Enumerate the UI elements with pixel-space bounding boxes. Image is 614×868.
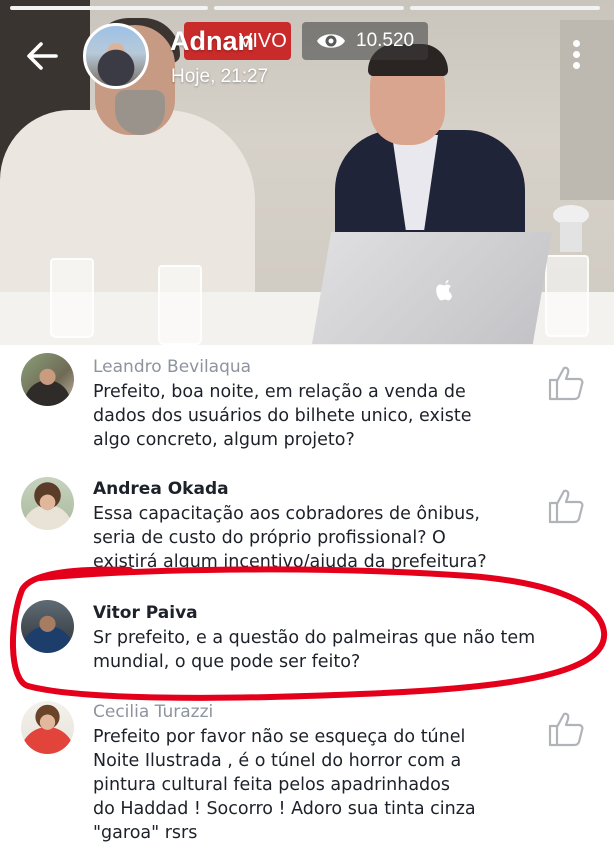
video-glass <box>50 258 94 338</box>
viewer-count: 10.520 <box>356 30 415 51</box>
video-person-left-body <box>0 110 255 310</box>
comment-line: seria de custo do próprio profissional? … <box>93 528 446 548</box>
comment-line: dados dos usuários do bilhete unico, exi… <box>93 406 472 426</box>
viewer-count-badge: 10.520 <box>302 22 428 60</box>
thumbs-up-icon[interactable] <box>546 363 586 403</box>
commenter-avatar[interactable] <box>21 701 74 754</box>
commenter-name[interactable]: Cecilia Turazzi <box>93 702 213 722</box>
comment-line: Essa capacitação aos cobradores de ônibu… <box>93 504 480 524</box>
live-video[interactable]: VIVO 10.520 Adnan Hoje, 21:27 <box>0 0 614 345</box>
video-glass <box>158 265 202 345</box>
progress-segment <box>214 6 404 10</box>
commenter-name[interactable]: Vitor Paiva <box>93 603 198 623</box>
comment-line: "garoa" rsrs <box>93 823 198 843</box>
comment-text: Prefeito por favor não se esqueça do tún… <box>93 725 543 845</box>
more-options-icon[interactable] <box>568 40 584 76</box>
host-name[interactable]: Adnan <box>170 26 254 57</box>
video-glass <box>545 255 589 337</box>
comment-text: Sr prefeito, e a questão do palmeiras qu… <box>93 626 543 674</box>
comment-line: pintura cultural feita pelos apadrinhado… <box>93 775 450 795</box>
back-arrow-icon[interactable] <box>22 36 62 76</box>
comment-line: mundial, o que pode ser feito? <box>93 652 361 672</box>
progress-segment <box>410 6 600 10</box>
comment-text: Essa capacitação aos cobradores de ônibu… <box>93 502 543 574</box>
comment-line: Prefeito, boa noite, em relação a venda … <box>93 382 466 402</box>
progress-segment <box>10 6 208 10</box>
commenter-name[interactable]: Andrea Okada <box>93 479 229 499</box>
comment-line: Prefeito por favor não se esqueça do tún… <box>93 727 466 747</box>
video-vase <box>560 222 582 252</box>
commenter-avatar[interactable] <box>21 477 74 530</box>
apple-logo-icon <box>432 278 456 304</box>
commenter-avatar[interactable] <box>21 353 74 406</box>
comment-text: Prefeito, boa noite, em relação a venda … <box>93 380 543 452</box>
comment-line: Noite Ilustrada , é o túnel do horror co… <box>93 751 462 771</box>
commenter-avatar[interactable] <box>21 600 74 653</box>
thumbs-up-icon[interactable] <box>546 486 586 526</box>
host-avatar[interactable] <box>83 23 149 89</box>
comment-line: Sr prefeito, e a questão do palmeiras qu… <box>93 628 536 648</box>
comment-line: do Haddad ! Socorro ! Adoro sua tinta ci… <box>93 799 476 819</box>
broadcast-time: Hoje, 21:27 <box>171 66 269 87</box>
comment-line: existirá algum incentivo/ajuda da prefei… <box>93 552 487 572</box>
eye-icon <box>317 34 345 48</box>
comment-line: algo concreto, algum projeto? <box>93 430 355 450</box>
commenter-name[interactable]: Leandro Bevilaqua <box>93 357 251 377</box>
thumbs-up-icon[interactable] <box>546 709 586 749</box>
